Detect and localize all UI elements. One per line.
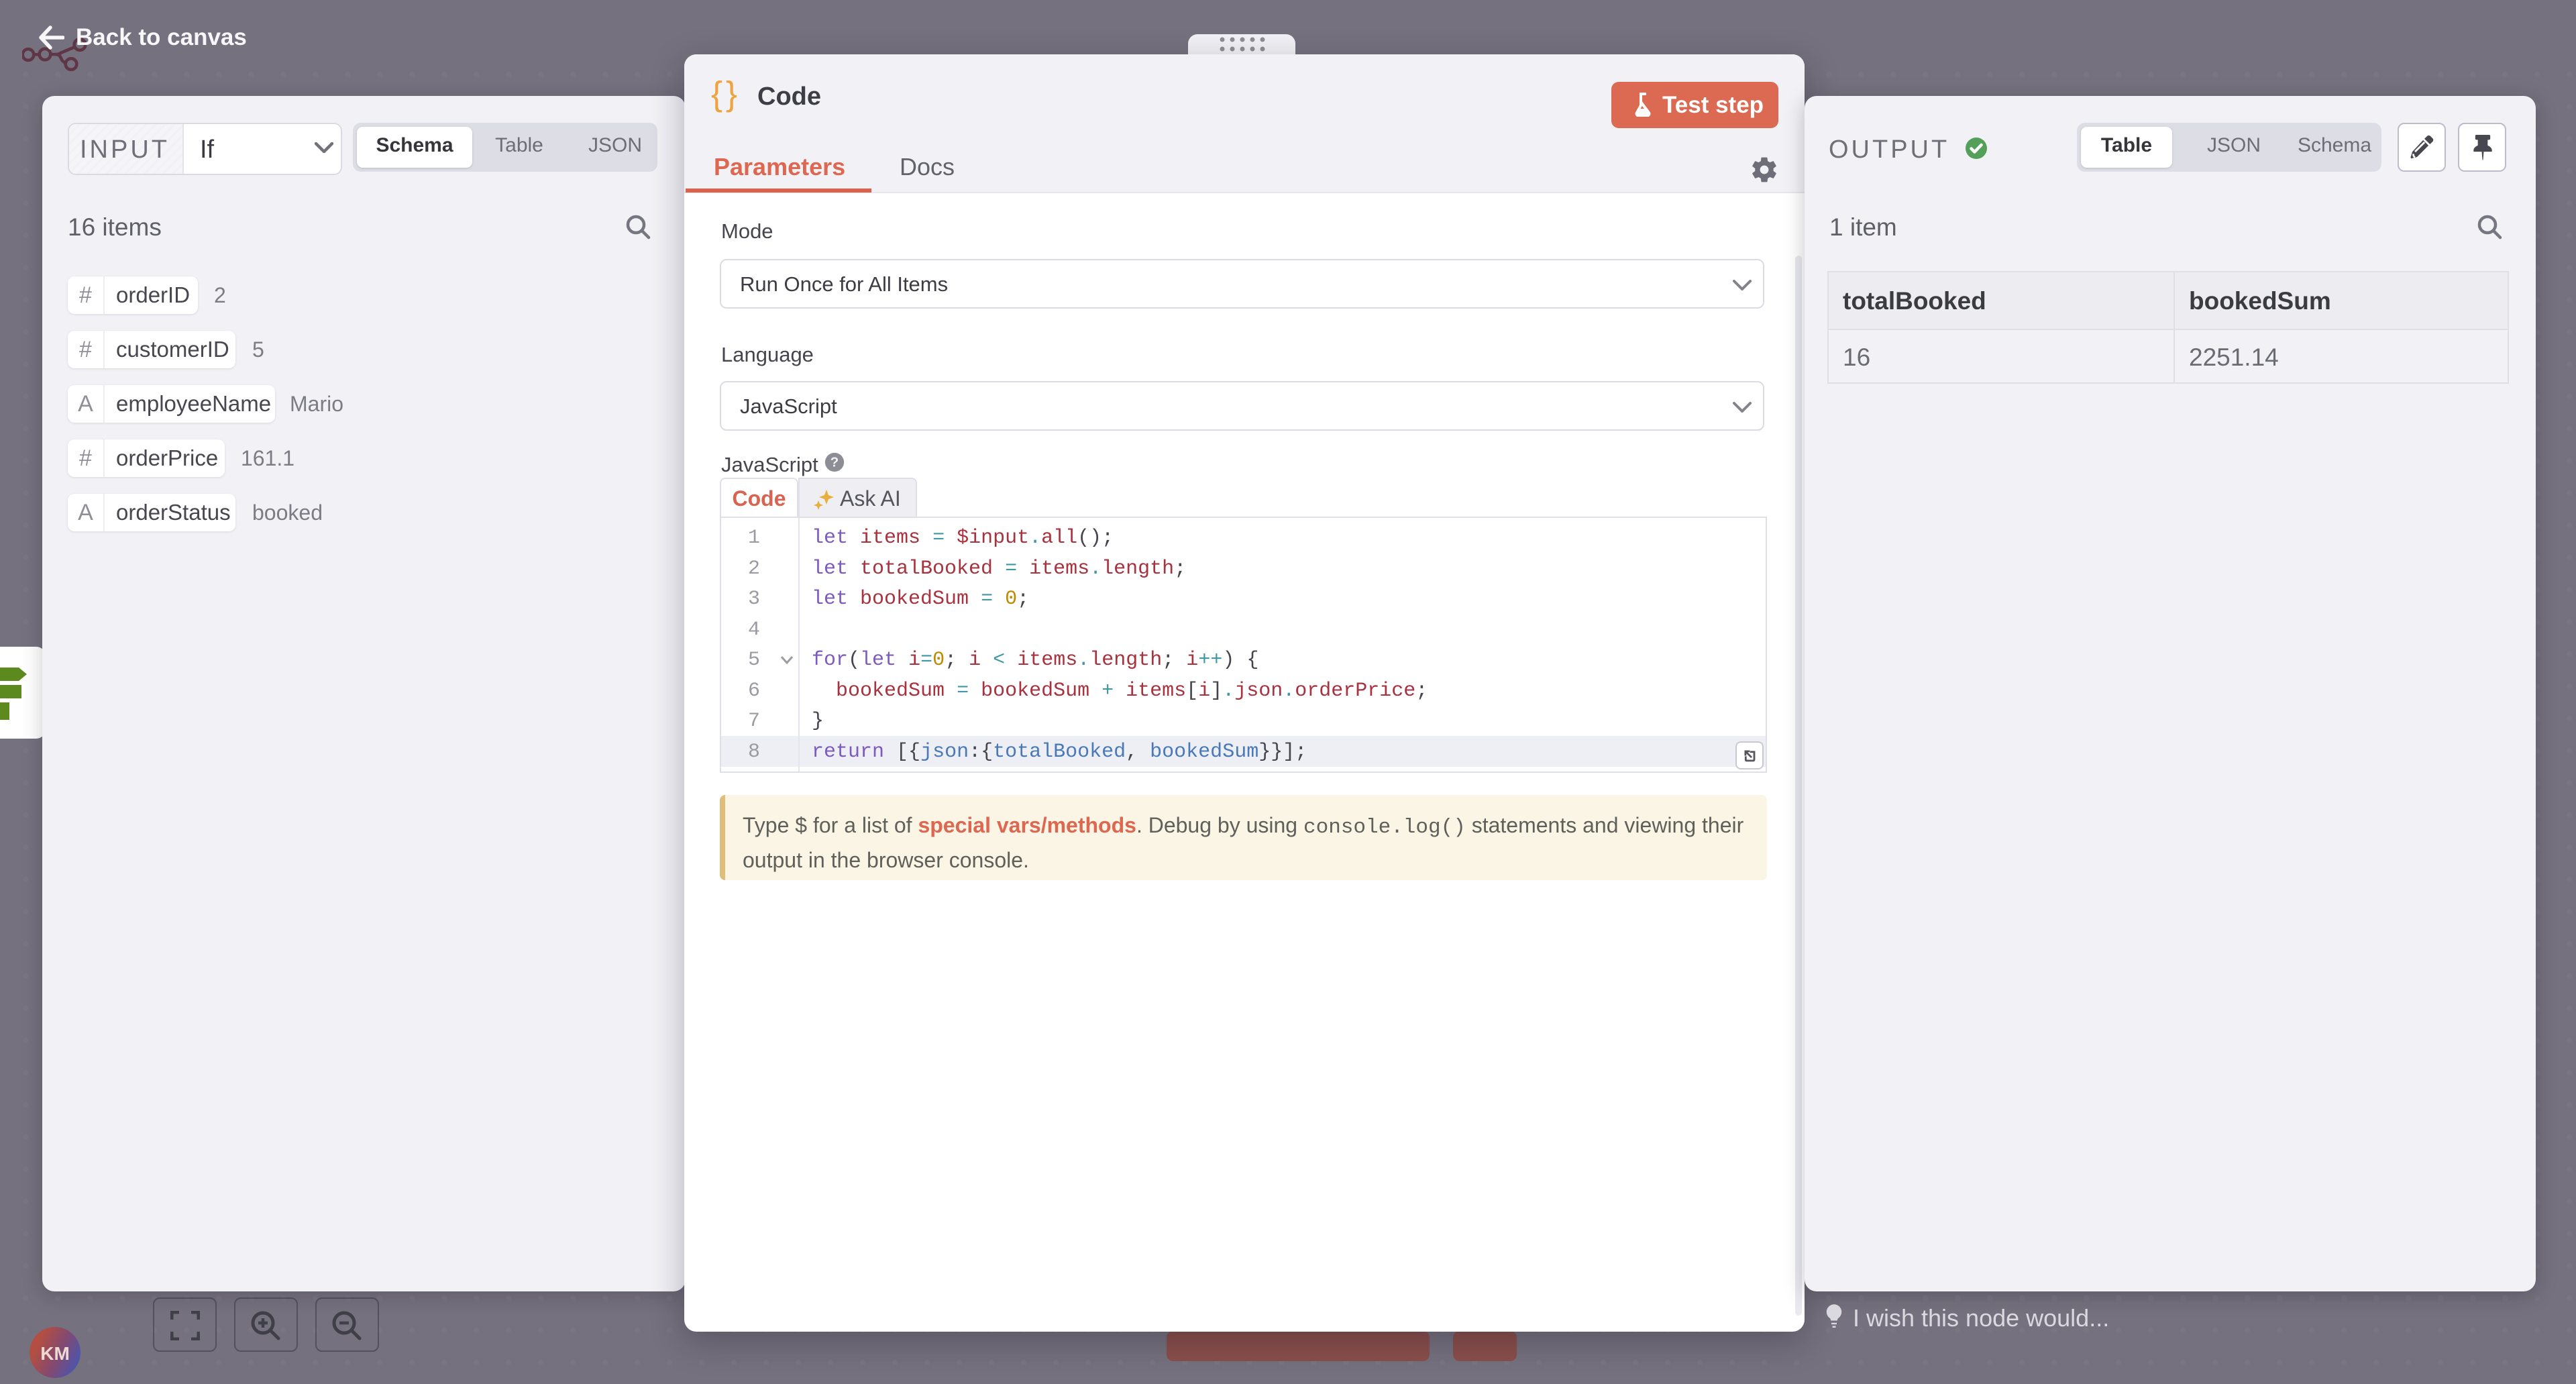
svg-text:?: ?: [830, 455, 839, 470]
